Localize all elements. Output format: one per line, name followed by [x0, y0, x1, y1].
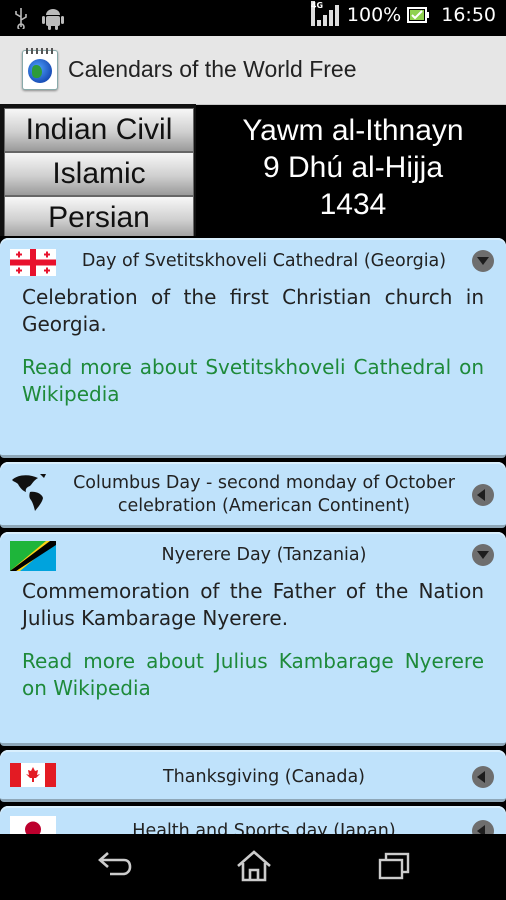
wikipedia-link[interactable]: Read more about Svetitskhoveli Cathedral…: [22, 354, 484, 408]
wikipedia-link[interactable]: Read more about Julius Kambarage Nyerere…: [22, 648, 484, 702]
event-card[interactable]: Nyerere Day (Tanzania) Commemoration of …: [0, 532, 506, 746]
expand-arrow-icon[interactable]: [472, 820, 494, 834]
tanzania-flag-icon: [10, 541, 56, 571]
calendar-picker[interactable]: Indian Civil Islamic Persian: [0, 104, 196, 236]
event-card[interactable]: Day of Svetitskhoveli Cathedral (Georgia…: [0, 238, 506, 458]
event-header[interactable]: Health and Sports day (Japan): [0, 806, 506, 834]
action-bar: Calendars of the World Free: [0, 36, 506, 105]
globe-calendar-icon[interactable]: [22, 48, 58, 90]
expand-arrow-icon[interactable]: [472, 484, 494, 506]
event-description: Celebration of the first Christian churc…: [22, 285, 484, 336]
events-list[interactable]: Day of Svetitskhoveli Cathedral (Georgia…: [0, 236, 506, 834]
event-card[interactable]: Columbus Day - second monday of October …: [0, 462, 506, 528]
android-icon: [42, 9, 64, 30]
event-title: Day of Svetitskhoveli Cathedral (Georgia…: [81, 250, 447, 271]
canada-flag-icon: [10, 763, 56, 787]
event-title: Thanksgiving (Canada): [162, 766, 366, 787]
clock: 16:50: [441, 4, 496, 26]
event-header[interactable]: Columbus Day - second monday of October …: [0, 462, 506, 528]
collapse-arrow-icon[interactable]: [472, 544, 494, 566]
expand-arrow-icon[interactable]: [472, 766, 494, 788]
network-type: 4G: [310, 1, 323, 26]
navigation-bar: [0, 834, 506, 900]
event-title: Columbus Day - second monday of October …: [73, 473, 455, 516]
event-header[interactable]: Thanksgiving (Canada): [0, 750, 506, 796]
event-title: Nyerere Day (Tanzania): [161, 544, 367, 565]
event-header[interactable]: Nyerere Day (Tanzania): [0, 532, 506, 578]
signal-icon: 4G: [310, 1, 341, 26]
date-weekday: Yawm al-Ithnayn: [242, 114, 464, 147]
georgia-flag-icon: [10, 249, 56, 276]
japan-flag-icon: [10, 816, 56, 834]
current-date: Yawm al-Ithnayn 9 Dhú al-Hijja 1434: [200, 112, 506, 223]
recents-icon[interactable]: [374, 848, 414, 884]
event-card[interactable]: Health and Sports day (Japan): [0, 806, 506, 834]
date-year: 1434: [319, 188, 387, 221]
calendar-option-islamic[interactable]: Islamic: [4, 152, 194, 196]
home-icon[interactable]: [234, 848, 274, 884]
event-card[interactable]: Thanksgiving (Canada): [0, 750, 506, 802]
event-header[interactable]: Day of Svetitskhoveli Cathedral (Georgia…: [0, 238, 506, 284]
event-title: Health and Sports day (Japan): [132, 820, 396, 835]
usb-icon: [15, 8, 27, 29]
americas-map-icon: [12, 474, 46, 511]
event-description: Commemoration of the Father of the Natio…: [22, 579, 484, 630]
back-icon[interactable]: [94, 848, 134, 884]
date-day-month: 9 Dhú al-Hijja: [262, 151, 444, 184]
status-bar: 4G 100% 16:50: [0, 0, 506, 36]
calendar-option-indian-civil[interactable]: Indian Civil: [4, 108, 194, 152]
battery-icon: [407, 7, 430, 23]
collapse-arrow-icon[interactable]: [472, 250, 494, 272]
calendar-option-persian[interactable]: Persian: [4, 196, 194, 236]
app-title: Calendars of the World Free: [68, 56, 357, 82]
battery-percent: 100%: [346, 4, 402, 26]
